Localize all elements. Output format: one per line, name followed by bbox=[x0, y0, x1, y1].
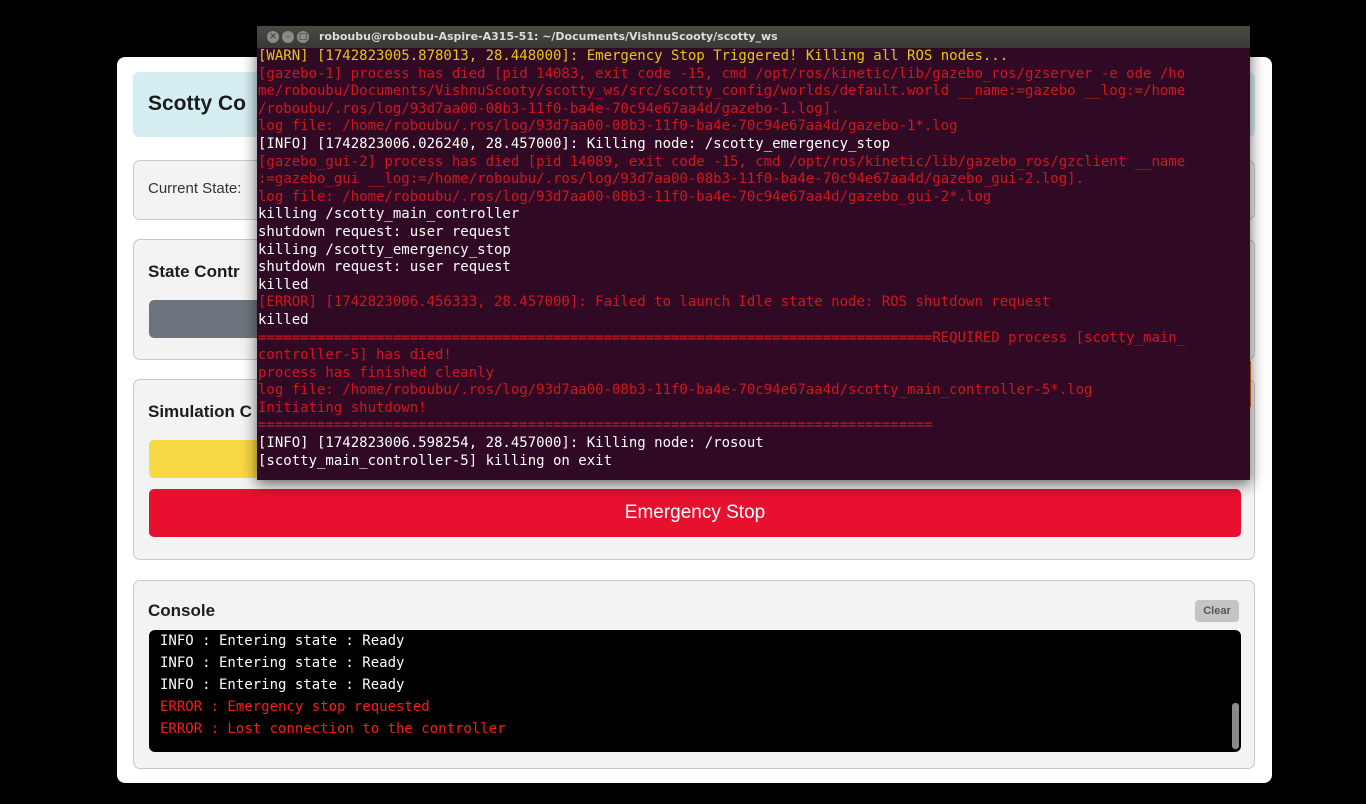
minimize-icon[interactable]: – bbox=[282, 31, 294, 43]
state-control-title: State Contr bbox=[148, 262, 240, 281]
terminal-line: controller-5] has died! bbox=[258, 347, 452, 364]
terminal-line: shutdown request: user request bbox=[258, 259, 511, 276]
terminal-line: killed bbox=[258, 311, 309, 328]
terminal-titlebar[interactable]: ✕ – □ roboubu@roboubu-Aspire-A315-51: ~/… bbox=[257, 26, 1250, 48]
terminal-line: [INFO] [1742823006.026240, 28.457000]: K… bbox=[258, 135, 891, 152]
terminal-line: [ERROR] [1742823006.456333, 28.457000]: … bbox=[258, 294, 1051, 311]
terminal-line: killing /scotty_emergency_stop bbox=[258, 241, 511, 258]
terminal-output[interactable]: [WARN] [1742823005.878013, 28.448000]: E… bbox=[258, 48, 1246, 478]
terminal-line: log file: /home/roboubu/.ros/log/93d7aa0… bbox=[258, 118, 958, 135]
terminal-line: log file: /home/roboubu/.ros/log/93d7aa0… bbox=[258, 382, 1093, 399]
console-line: INFO : Entering state : Ready bbox=[160, 655, 405, 671]
terminal-line: process has finished cleanly bbox=[258, 364, 495, 381]
console-line: INFO : Entering state : Ready bbox=[160, 677, 405, 693]
terminal-window[interactable]: ✕ – □ roboubu@roboubu-Aspire-A315-51: ~/… bbox=[257, 26, 1250, 480]
terminal-line: ========================================… bbox=[258, 417, 933, 434]
console-line: INFO : Entering state : Ready bbox=[160, 633, 405, 649]
terminal-line: me/roboubu/Documents/VishnuScooty/scotty… bbox=[258, 83, 1186, 100]
clear-console-button[interactable]: Clear bbox=[1195, 600, 1239, 622]
maximize-icon[interactable]: □ bbox=[297, 31, 309, 43]
terminal-line: [gazebo_gui-2] process has died [pid 140… bbox=[258, 153, 1186, 170]
simulation-control-title: Simulation C bbox=[148, 402, 252, 421]
terminal-line: killed bbox=[258, 276, 309, 293]
terminal-line: :=gazebo_gui __log:=/home/roboubu/.ros/l… bbox=[258, 171, 1085, 188]
terminal-line: [WARN] [1742823005.878013, 28.448000]: E… bbox=[258, 48, 1009, 64]
console-line: ERROR : Lost connection to the controlle… bbox=[160, 721, 506, 737]
terminal-line: log file: /home/roboubu/.ros/log/93d7aa0… bbox=[258, 188, 992, 205]
console-line: ERROR : Emergency stop requested bbox=[160, 699, 430, 715]
console-panel: Console Clear INFO : Entering state : Re… bbox=[133, 580, 1255, 769]
console-title: Console bbox=[148, 601, 216, 620]
terminal-line: Initiating shutdown! bbox=[258, 399, 427, 416]
terminal-line: [scotty_main_controller-5] killing on ex… bbox=[258, 452, 613, 469]
terminal-line: [INFO] [1742823006.598254, 28.457000]: K… bbox=[258, 435, 764, 452]
emergency-stop-button[interactable]: Emergency Stop bbox=[149, 489, 1241, 537]
close-icon[interactable]: ✕ bbox=[267, 31, 279, 43]
terminal-title: roboubu@roboubu-Aspire-A315-51: ~/Docume… bbox=[319, 30, 778, 43]
terminal-line: ========================================… bbox=[258, 329, 1186, 346]
terminal-line: [gazebo-1] process has died [pid 14083, … bbox=[258, 65, 1186, 82]
console-output[interactable]: INFO : Entering state : Ready INFO : Ente… bbox=[149, 630, 1241, 752]
current-state-label: Current State: bbox=[148, 180, 242, 197]
console-lines: INFO : Entering state : Ready INFO : Ente… bbox=[149, 630, 506, 740]
terminal-line: killing /scotty_main_controller bbox=[258, 206, 520, 223]
app-title: Scotty Co bbox=[148, 92, 247, 115]
console-scrollbar[interactable] bbox=[1232, 703, 1239, 749]
terminal-line: /roboubu/.ros/log/93d7aa00-08b3-11f0-ba4… bbox=[258, 100, 840, 117]
terminal-line: shutdown request: user request bbox=[258, 223, 511, 240]
